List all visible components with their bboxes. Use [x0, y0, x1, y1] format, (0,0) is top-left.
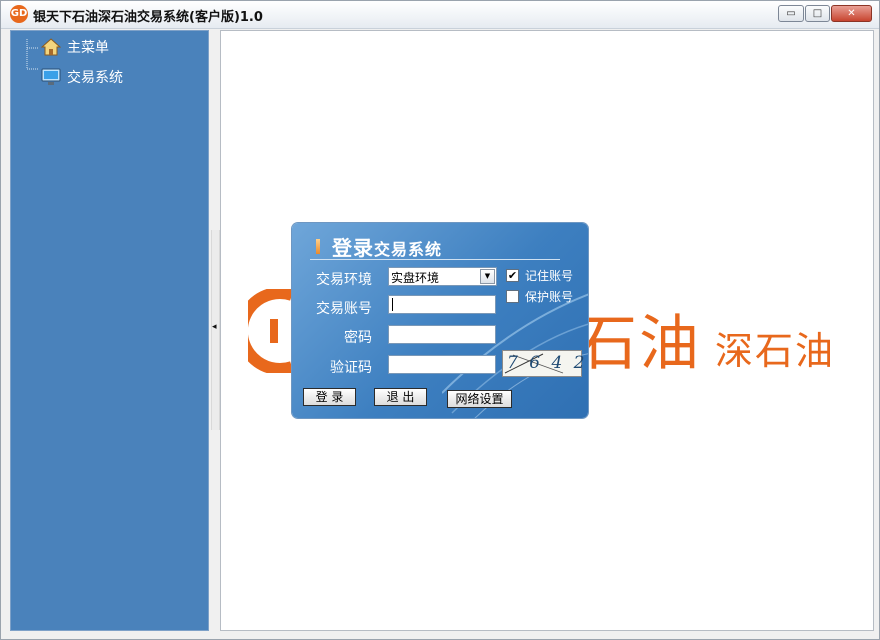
login-title-sub: 交易系统: [374, 240, 443, 259]
captcha-text: 7 6 4 2: [507, 353, 588, 373]
login-dialog: 登录交易系统 交易环境 实盘环境 ▼ ✔ 记住账号 保护账号 交易账号 密码 验…: [292, 223, 588, 418]
minimize-button[interactable]: ▭: [778, 5, 804, 22]
home-icon: [41, 38, 61, 56]
title-bar[interactable]: GD 银天下石油深石油交易系统(客户版)1.0 ▭ □ ✕: [1, 1, 879, 29]
window-title: 银天下石油深石油交易系统(客户版)1.0: [33, 10, 263, 25]
password-label: 密码: [344, 330, 372, 346]
exit-button[interactable]: 退 出: [374, 388, 427, 406]
collapse-arrow-icon[interactable]: ◂: [212, 322, 217, 332]
sidebar-tree: 主菜单 交易系统: [10, 30, 209, 631]
sidebar-item-label: 主菜单: [67, 40, 109, 56]
remember-account-checkbox[interactable]: ✔: [506, 269, 519, 282]
login-button[interactable]: 登 录: [303, 388, 356, 406]
captcha-image[interactable]: 7 6 4 2: [502, 350, 584, 377]
caption-buttons: ▭ □ ✕: [778, 5, 872, 22]
title-divider: [310, 259, 560, 260]
maximize-button[interactable]: □: [805, 5, 830, 22]
env-select[interactable]: 实盘环境 ▼: [388, 267, 497, 286]
monitor-icon: [41, 68, 61, 85]
app-logo-icon: GD: [10, 5, 28, 23]
env-select-value: 实盘环境: [391, 271, 440, 285]
sidebar-item-trading-system[interactable]: 交易系统: [41, 67, 123, 87]
brand-text-oil: 石油: [577, 309, 701, 379]
chevron-down-icon[interactable]: ▼: [480, 269, 495, 284]
panel-splitter[interactable]: ◂: [211, 30, 220, 631]
protect-account-label[interactable]: 保护账号: [525, 288, 573, 305]
account-label: 交易账号: [316, 301, 372, 317]
title-accent-bar: [316, 239, 320, 254]
env-label: 交易环境: [316, 272, 372, 288]
close-button[interactable]: ✕: [831, 5, 872, 22]
protect-account-checkbox[interactable]: [506, 290, 519, 303]
app-window: GD 银天下石油深石油交易系统(客户版)1.0 ▭ □ ✕ 主菜单 交易系统 ◂…: [0, 0, 880, 640]
network-settings-button[interactable]: 网络设置: [447, 390, 512, 408]
brand-text-deep-oil: 深石油: [715, 329, 836, 373]
sidebar-item-label: 交易系统: [67, 70, 123, 86]
login-title-main: 登录: [332, 236, 374, 260]
account-input[interactable]: [388, 295, 496, 314]
remember-account-label[interactable]: 记住账号: [525, 267, 573, 284]
sidebar-item-main-menu[interactable]: 主菜单: [41, 37, 109, 57]
brand-logo-icon: [248, 289, 294, 373]
text-cursor: [392, 298, 393, 311]
captcha-input[interactable]: [388, 355, 496, 374]
captcha-label: 验证码: [330, 360, 372, 376]
password-input[interactable]: [388, 325, 496, 344]
login-title: 登录交易系统: [332, 232, 442, 261]
